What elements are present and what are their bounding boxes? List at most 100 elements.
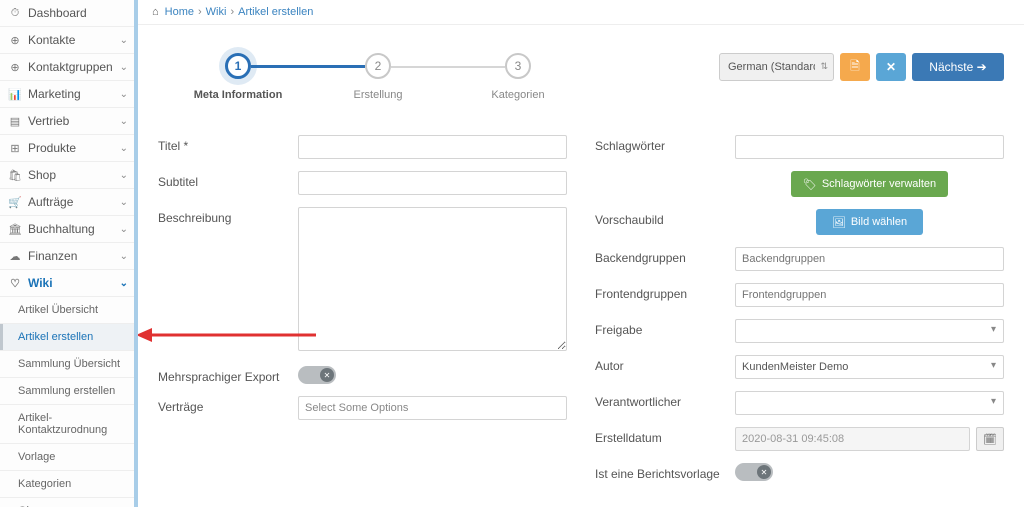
select-autor[interactable] — [735, 355, 1004, 379]
label-erstelldatum: Erstelldatum — [595, 427, 735, 445]
sidebar-item-dashboard[interactable]: ⏱ Dashboard — [0, 0, 134, 27]
step-erstellung[interactable]: 2 Erstellung — [308, 53, 448, 101]
main: ⌂ Home › Wiki › Artikel erstellen 1 Meta… — [138, 0, 1024, 507]
step-number: 3 — [505, 53, 531, 79]
toggle-berichtsvorlage[interactable]: ✕ — [735, 463, 773, 481]
cart-icon: 🛒 — [8, 196, 22, 209]
sidebar-item-label: Wiki — [28, 276, 53, 290]
sidebar-item-label: Kontakte — [28, 33, 75, 47]
multiselect-vertraege[interactable]: Select Some Options — [298, 396, 567, 420]
chart-icon: 📊 — [8, 88, 22, 101]
step-label: Meta Information — [194, 89, 283, 101]
toggle-knob-icon: ✕ — [320, 368, 334, 382]
copy-button[interactable]: 🗎 — [840, 53, 870, 81]
input-erstelldatum[interactable] — [735, 427, 970, 451]
sidebar-item-label: Marketing — [28, 87, 81, 101]
sidebar-item-label: Finanzen — [28, 249, 77, 263]
step-number: 1 — [225, 53, 251, 79]
sidebar-item-label: Dashboard — [28, 6, 87, 20]
image-icon: 🖼 — [832, 216, 846, 229]
chevron-down-icon: ⌄ — [120, 116, 128, 127]
wiki-sub-vorlage[interactable]: Vorlage — [0, 444, 134, 471]
input-backendgruppen[interactable] — [735, 247, 1004, 271]
input-subtitel[interactable] — [298, 171, 567, 195]
breadcrumb-wiki[interactable]: Wiki — [206, 6, 227, 18]
input-schlagwoerter[interactable] — [735, 135, 1004, 159]
home-icon: ⌂ — [152, 6, 159, 18]
grid-icon: ⊞ — [8, 142, 22, 155]
sidebar-item-finanzen[interactable]: ☁Finanzen⌄ — [0, 243, 134, 270]
input-frontendgruppen[interactable] — [735, 283, 1004, 307]
sidebar-item-kontakte[interactable]: ⊕ Kontakte ⌄ — [0, 27, 134, 54]
label-autor: Autor — [595, 355, 735, 373]
calendar-button[interactable]: 🗓 — [976, 427, 1004, 451]
copy-icon: 🗎 — [850, 57, 860, 78]
step-label: Erstellung — [354, 89, 403, 101]
sidebar-item-kontaktgruppen[interactable]: ⊕Kontaktgruppen⌄ — [0, 54, 134, 81]
textarea-beschreibung[interactable] — [298, 207, 567, 351]
language-select[interactable] — [719, 53, 834, 81]
label-subtitel: Subtitel — [158, 171, 298, 189]
wiki-sub-sammlung-uebersicht[interactable]: Sammlung Übersicht — [0, 351, 134, 378]
wiki-sub-sammlung-erstellen[interactable]: Sammlung erstellen — [0, 378, 134, 405]
plus-circle-icon: ⊕ — [8, 34, 22, 47]
close-icon: ✕ — [886, 60, 896, 74]
chevron-down-icon: ⌄ — [120, 170, 128, 181]
label-freigabe: Freigabe — [595, 319, 735, 337]
label-berichtsvorlage: Ist eine Berichtsvorlage — [595, 463, 735, 481]
label-schlagwoerter: Schlagwörter — [595, 135, 735, 153]
sidebar-item-label: Buchhaltung — [28, 222, 95, 236]
chevron-down-icon: ⌄ — [120, 62, 128, 73]
step-meta-info[interactable]: 1 Meta Information — [168, 53, 308, 101]
plus-circle-icon: ⊕ — [8, 61, 22, 74]
chevron-down-icon: ⌄ — [120, 35, 128, 46]
label-verantwortlicher: Verantwortlicher — [595, 391, 735, 409]
breadcrumb-current[interactable]: Artikel erstellen — [238, 6, 313, 18]
select-verantwortlicher[interactable] — [735, 391, 1004, 415]
breadcrumb-home[interactable]: Home — [165, 6, 194, 18]
chevron-down-icon: ⌄ — [120, 278, 128, 289]
step-kategorien[interactable]: 3 Kategorien — [448, 53, 588, 101]
input-titel[interactable] — [298, 135, 567, 159]
chevron-down-icon: ⌄ — [120, 143, 128, 154]
label-mehrsprachig: Mehrsprachiger Export — [158, 366, 298, 384]
next-button[interactable]: Nächste ➔ — [912, 53, 1004, 81]
sidebar-item-buchhaltung[interactable]: 🏛Buchhaltung⌄ — [0, 216, 134, 243]
gauge-icon: ⏱ — [8, 7, 22, 20]
close-button[interactable]: ✕ — [876, 53, 906, 81]
select-freigabe[interactable] — [735, 319, 1004, 343]
wiki-sub-artikel-erstellen[interactable]: Artikel erstellen — [0, 324, 134, 351]
sidebar-item-label: Aufträge — [28, 195, 73, 209]
wiki-sub-artikel-uebersicht[interactable]: Artikel Übersicht — [0, 297, 134, 324]
label-vorschaubild: Vorschaubild — [595, 209, 735, 227]
sidebar: ⏱ Dashboard ⊕ Kontakte ⌄ ⊕Kontaktgruppen⌄ 📊… — [0, 0, 138, 507]
label-titel: Titel * — [158, 135, 298, 153]
sidebar-item-label: Vertrieb — [28, 114, 69, 128]
wiki-sub-kategorien[interactable]: Kategorien — [0, 471, 134, 498]
sidebar-item-auftraege[interactable]: 🛒 Aufträge ⌄ — [0, 189, 134, 216]
sidebar-item-wiki[interactable]: ♡ Wiki ⌄ — [0, 270, 134, 297]
sidebar-item-marketing[interactable]: 📊 Marketing ⌄ — [0, 81, 134, 108]
top-right-controls: 🗎 ✕ Nächste ➔ — [719, 53, 1004, 81]
chevron-down-icon: ⌄ — [120, 197, 128, 208]
manage-tags-button[interactable]: 🏷 Schlagwörter verwalten — [791, 171, 948, 197]
wiki-sub-artikel-kontaktzuordnung[interactable]: Artikel-Kontaktzurodnung — [0, 405, 134, 444]
sidebar-item-vertrieb[interactable]: ▤ Vertrieb ⌄ — [0, 108, 134, 135]
toggle-mehrsprachig[interactable]: ✕ — [298, 366, 336, 384]
form: Titel * Subtitel Beschreibung Mehrsprach… — [158, 135, 1004, 493]
label-backendgruppen: Backendgruppen — [595, 247, 735, 265]
sidebar-item-shop[interactable]: 🛍Shop⌄ — [0, 162, 134, 189]
calendar-icon: 🗓 — [983, 433, 997, 446]
chevron-down-icon: ⌄ — [120, 89, 128, 100]
choose-image-button[interactable]: 🖼 Bild wählen — [816, 209, 923, 235]
bars-icon: ▤ — [8, 115, 22, 128]
label-beschreibung: Beschreibung — [158, 207, 298, 225]
form-left-column: Titel * Subtitel Beschreibung Mehrsprach… — [158, 135, 567, 493]
toggle-knob-icon: ✕ — [757, 465, 771, 479]
label-vertraege: Verträge — [158, 396, 298, 414]
tag-icon: 🏷 — [803, 178, 817, 191]
sidebar-item-produkte[interactable]: ⊞Produkte⌄ — [0, 135, 134, 162]
bulb-icon: ♡ — [8, 277, 22, 290]
sidebar-item-label: Shop — [28, 168, 56, 182]
wiki-sub-glossar[interactable]: Glossar — [0, 498, 134, 507]
